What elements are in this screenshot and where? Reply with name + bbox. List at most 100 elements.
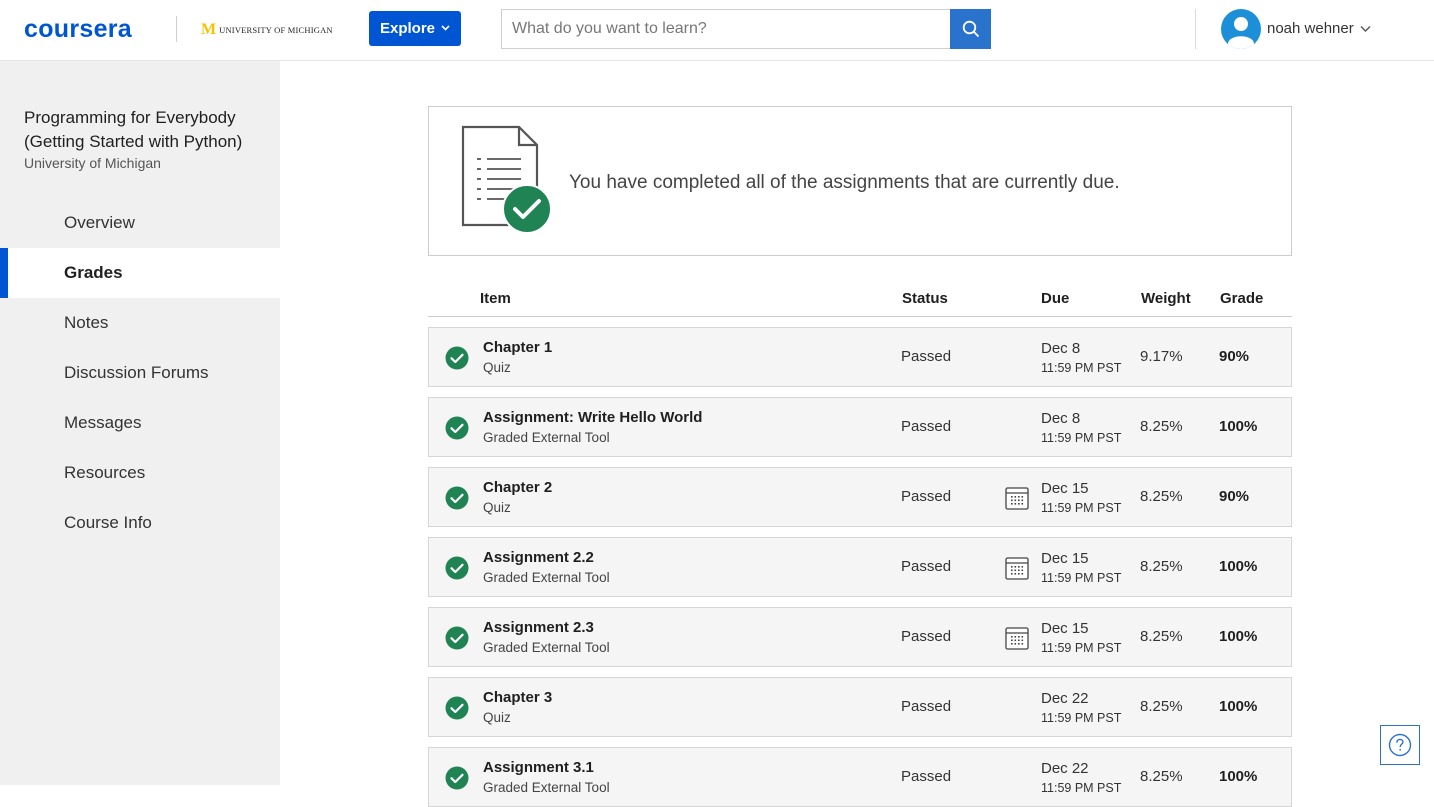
calendar-icon[interactable] xyxy=(1005,556,1029,585)
item-name[interactable]: Assignment 2.3 xyxy=(483,619,594,636)
item-grade: 100% xyxy=(1219,698,1258,715)
item-name[interactable]: Chapter 2 xyxy=(483,479,552,496)
item-weight: 8.25% xyxy=(1140,558,1183,575)
item-status: Passed xyxy=(901,348,952,365)
table-row[interactable]: Assignment 2.3 Graded External Tool Passed… xyxy=(428,607,1292,667)
item-weight: 8.25% xyxy=(1140,698,1183,715)
item-status: Passed xyxy=(901,768,952,785)
table-row[interactable]: Chapter 1 Quiz Passed Dec 8 11:59 PM PST 9.17… xyxy=(428,327,1292,387)
due-time: 11:59 PM PST xyxy=(1041,361,1122,375)
due-time: 11:59 PM PST xyxy=(1041,711,1122,725)
table-row[interactable]: Assignment 2.2 Graded External Tool Passed… xyxy=(428,537,1292,597)
sidebar-item-discussion-forums[interactable]: Discussion Forums xyxy=(0,348,280,398)
university-logo[interactable]: M UNIVERSITY OF MICHIGAN xyxy=(201,21,333,39)
grades-table-header: Item Status Due Weight Grade xyxy=(428,285,1292,317)
document-check-icon xyxy=(461,125,553,240)
sidebar-item-grades[interactable]: Grades xyxy=(0,248,280,298)
calendar-icon[interactable] xyxy=(1005,486,1029,515)
search-button[interactable] xyxy=(950,9,991,49)
umich-logo-text: UNIVERSITY OF MICHIGAN xyxy=(219,25,333,35)
due-date: Dec 8 xyxy=(1041,410,1081,427)
sidebar-item-overview[interactable]: Overview xyxy=(0,198,280,248)
item-type: Quiz xyxy=(483,500,511,515)
item-name[interactable]: Assignment: Write Hello World xyxy=(483,409,702,426)
item-grade: 90% xyxy=(1219,488,1250,505)
item-status: Passed xyxy=(901,488,952,505)
explore-button[interactable]: Explore xyxy=(369,11,461,46)
due-time: 11:59 PM PST xyxy=(1041,431,1122,445)
top-header: coursera M UNIVERSITY OF MICHIGAN Explor… xyxy=(0,0,1434,61)
check-circle-icon xyxy=(445,696,469,720)
item-name[interactable]: Assignment 2.2 xyxy=(483,549,594,566)
search-input[interactable]: What do you want to learn? xyxy=(501,9,951,49)
due-date: Dec 8 xyxy=(1041,340,1081,357)
item-weight: 8.25% xyxy=(1140,418,1183,435)
help-button[interactable] xyxy=(1380,725,1420,765)
item-grade: 100% xyxy=(1219,628,1258,645)
item-grade: 100% xyxy=(1219,558,1258,575)
item-grade: 100% xyxy=(1219,768,1258,785)
due-time: 11:59 PM PST xyxy=(1041,571,1122,585)
item-weight: 8.25% xyxy=(1140,488,1183,505)
check-circle-icon xyxy=(445,416,469,440)
header-divider xyxy=(1195,9,1196,49)
check-circle-icon xyxy=(445,766,469,790)
course-sidebar: Programming for Everybody (Getting Start… xyxy=(0,61,280,785)
sidebar-item-label: Overview xyxy=(64,213,135,232)
completion-banner: You have completed all of the assignment… xyxy=(428,106,1292,256)
table-row[interactable]: Assignment 3.1 Graded External Tool Passed… xyxy=(428,747,1292,807)
check-circle-icon xyxy=(445,556,469,580)
item-grade: 100% xyxy=(1219,418,1258,435)
due-date: Dec 15 xyxy=(1041,480,1089,497)
chevron-down-icon[interactable] xyxy=(1360,20,1371,38)
sidebar-item-label: Notes xyxy=(64,313,109,332)
user-avatar-icon[interactable] xyxy=(1221,9,1261,49)
column-header-weight[interactable]: Weight xyxy=(1141,290,1191,307)
sidebar-item-resources[interactable]: Resources xyxy=(0,448,280,498)
column-header-status[interactable]: Status xyxy=(902,290,948,307)
logo-divider xyxy=(176,16,177,42)
item-name[interactable]: Chapter 3 xyxy=(483,689,552,706)
column-header-item[interactable]: Item xyxy=(480,290,511,307)
course-organization: University of Michigan xyxy=(24,155,161,171)
calendar-icon[interactable] xyxy=(1005,626,1029,655)
column-header-due[interactable]: Due xyxy=(1041,290,1069,307)
table-row[interactable]: Chapter 3 Quiz Passed Dec 22 11:59 PM PST 8.2… xyxy=(428,677,1292,737)
item-grade: 90% xyxy=(1219,348,1250,365)
item-status: Passed xyxy=(901,628,952,645)
item-type: Quiz xyxy=(483,710,511,725)
check-circle-icon xyxy=(445,346,469,370)
item-name[interactable]: Assignment 3.1 xyxy=(483,759,594,776)
sidebar-item-label: Resources xyxy=(64,463,146,482)
due-time: 11:59 PM PST xyxy=(1041,501,1122,515)
item-type: Graded External Tool xyxy=(483,640,610,655)
item-type: Quiz xyxy=(483,360,511,375)
sidebar-item-label: Grades xyxy=(64,263,123,282)
column-header-grade[interactable]: Grade xyxy=(1220,290,1263,307)
due-date: Dec 22 xyxy=(1041,690,1089,707)
item-type: Graded External Tool xyxy=(483,430,610,445)
help-icon xyxy=(1388,733,1412,757)
course-title[interactable]: Programming for Everybody (Getting Start… xyxy=(24,106,264,154)
sidebar-item-messages[interactable]: Messages xyxy=(0,398,280,448)
due-date: Dec 15 xyxy=(1041,550,1089,567)
username[interactable]: noah wehner xyxy=(1267,20,1354,37)
item-weight: 8.25% xyxy=(1140,628,1183,645)
item-type: Graded External Tool xyxy=(483,780,610,795)
sidebar-item-course-info[interactable]: Course Info xyxy=(0,498,280,548)
item-weight: 8.25% xyxy=(1140,768,1183,785)
item-status: Passed xyxy=(901,698,952,715)
check-circle-icon xyxy=(445,486,469,510)
sidebar-item-label: Messages xyxy=(64,413,142,432)
coursera-logo[interactable]: coursera xyxy=(24,15,132,44)
item-name[interactable]: Chapter 1 xyxy=(483,339,552,356)
table-row[interactable]: Assignment: Write Hello World Graded Exte… xyxy=(428,397,1292,457)
item-weight: 9.17% xyxy=(1140,348,1183,365)
due-time: 11:59 PM PST xyxy=(1041,781,1122,795)
due-date: Dec 15 xyxy=(1041,620,1089,637)
item-status: Passed xyxy=(901,418,952,435)
due-date: Dec 22 xyxy=(1041,760,1089,777)
table-row[interactable]: Chapter 2 Quiz Passed Dec 15 11:59 PM PST 8.2… xyxy=(428,467,1292,527)
check-circle-icon xyxy=(445,626,469,650)
sidebar-item-notes[interactable]: Notes xyxy=(0,298,280,348)
